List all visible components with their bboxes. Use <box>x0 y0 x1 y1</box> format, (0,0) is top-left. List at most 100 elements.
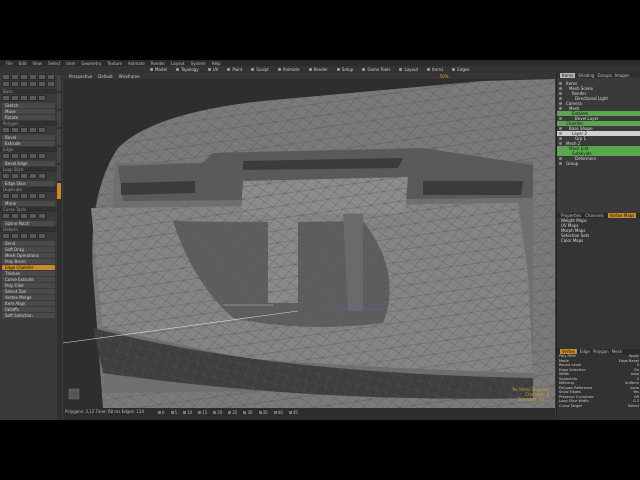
tool-icon[interactable] <box>20 153 28 159</box>
menu-item[interactable]: Select <box>48 61 60 66</box>
vertex-map-row[interactable]: Color Maps <box>557 238 640 243</box>
3d-viewport[interactable]: Perspective Default Wireframe 50% No Ite… <box>63 73 555 408</box>
visibility-eye-icon[interactable] <box>559 127 562 130</box>
tool-button[interactable]: Poly Fillet <box>2 283 55 288</box>
menu-item[interactable]: File <box>6 61 13 66</box>
tool-icon[interactable] <box>29 173 37 179</box>
tool-icon[interactable] <box>47 81 55 87</box>
mode-button[interactable]: Animate <box>277 67 300 72</box>
tool-button[interactable]: Thicken <box>2 271 55 276</box>
tool-button[interactable]: Spline Patch <box>2 221 55 226</box>
menu-item[interactable]: Item <box>66 61 75 66</box>
tool-icon[interactable] <box>38 74 46 80</box>
timeline-marker[interactable]: 25 <box>228 410 237 415</box>
tool-icon[interactable] <box>20 173 28 179</box>
tool-icon[interactable] <box>2 127 10 133</box>
tool-button[interactable]: Falloffs <box>2 307 55 312</box>
mode-button[interactable]: UV <box>207 67 218 72</box>
visibility-eye-icon[interactable] <box>559 132 562 135</box>
mode-button[interactable]: Render <box>308 67 328 72</box>
mode-button[interactable]: Items <box>427 67 443 72</box>
viewport-tab-perspective[interactable]: Perspective <box>69 74 92 79</box>
tool-button[interactable]: Move <box>2 109 55 114</box>
tool-icon[interactable] <box>11 153 19 159</box>
visibility-eye-icon[interactable] <box>559 157 562 160</box>
tool-icon[interactable] <box>11 213 19 219</box>
tool-icon[interactable] <box>29 95 37 101</box>
menu-item[interactable]: Render <box>151 61 165 66</box>
menu-item[interactable]: Texture <box>107 61 122 66</box>
tool-button[interactable]: Item Align <box>2 301 55 306</box>
visibility-eye-icon[interactable] <box>559 102 562 105</box>
vertex-map-tab[interactable]: Channels <box>585 213 604 218</box>
property-tab[interactable]: Mesh <box>612 349 623 354</box>
tool-icon[interactable] <box>11 81 19 87</box>
tool-icon[interactable] <box>2 153 10 159</box>
viewport-tab-wire[interactable]: Wireframe <box>119 74 140 79</box>
property-row[interactable]: Curve Target Select <box>557 404 640 409</box>
tool-button[interactable]: Mesh Operations <box>2 253 55 258</box>
timeline[interactable]: 0 5 10 15 20 25 30 35 40 45 <box>158 410 304 415</box>
menu-item[interactable]: Layout <box>171 61 185 66</box>
tool-icon[interactable] <box>38 127 46 133</box>
tool-icon[interactable] <box>20 95 28 101</box>
tool-button[interactable]: Edge Slice <box>2 181 55 186</box>
visibility-eye-icon[interactable] <box>559 87 562 90</box>
side-tab-vertex[interactable] <box>57 147 61 163</box>
mesh-render[interactable] <box>63 73 555 408</box>
tool-icon[interactable] <box>29 193 37 199</box>
side-tab-active[interactable] <box>57 183 61 199</box>
tool-icon[interactable] <box>20 81 28 87</box>
items-tab[interactable]: Items <box>560 73 576 78</box>
timeline-marker[interactable]: 35 <box>258 410 268 415</box>
tool-button[interactable]: Bevel <box>2 135 55 140</box>
property-value[interactable]: Select <box>628 404 639 409</box>
menu-item[interactable]: Help <box>212 61 221 66</box>
tool-icon[interactable] <box>11 127 19 133</box>
tool-icon[interactable] <box>29 233 37 239</box>
mode-button[interactable]: Setup <box>336 67 353 72</box>
visibility-eye-icon[interactable] <box>559 117 562 120</box>
tool-icon[interactable] <box>38 213 46 219</box>
tool-button[interactable]: Edge Chamfer <box>2 265 55 270</box>
tool-button[interactable]: Poly Bevel <box>2 259 55 264</box>
visibility-eye-icon[interactable] <box>559 92 562 95</box>
items-tab[interactable]: Groups <box>597 73 611 78</box>
items-tab[interactable]: Images <box>615 73 630 78</box>
mode-button[interactable]: Layout <box>399 67 418 72</box>
item-row[interactable]: Group <box>557 161 640 166</box>
tool-icon[interactable] <box>29 127 37 133</box>
tool-button[interactable]: Select Tool <box>2 289 55 294</box>
tool-icon[interactable] <box>38 95 46 101</box>
timeline-marker[interactable]: 10 <box>183 410 192 415</box>
tool-icon[interactable] <box>11 173 19 179</box>
menu-item[interactable]: Edit <box>19 61 27 66</box>
timeline-marker[interactable]: 5 <box>170 410 177 415</box>
tool-icon[interactable] <box>29 74 37 80</box>
tool-icon[interactable] <box>11 74 19 80</box>
visibility-eye-icon[interactable] <box>559 122 562 125</box>
timeline-marker[interactable]: 45 <box>288 410 298 415</box>
timeline-marker[interactable]: 20 <box>213 410 222 415</box>
menu-item[interactable]: System <box>191 61 206 66</box>
tool-icon[interactable] <box>20 233 28 239</box>
timeline-marker[interactable]: 0 <box>158 410 165 415</box>
visibility-eye-icon[interactable] <box>559 142 562 145</box>
visibility-eye-icon[interactable] <box>559 137 562 140</box>
tool-button[interactable]: Extrude <box>2 141 55 146</box>
mode-button[interactable]: Game Tools <box>362 67 390 72</box>
side-tab-model[interactable] <box>57 75 61 91</box>
tool-icon[interactable] <box>2 193 10 199</box>
viewport-tab-shading[interactable]: Default <box>98 74 113 79</box>
visibility-eye-icon[interactable] <box>559 82 562 85</box>
menu-item[interactable]: Geometry <box>81 61 101 66</box>
tool-icon[interactable] <box>29 213 37 219</box>
side-tab-uv[interactable] <box>57 165 61 181</box>
tool-icon[interactable] <box>38 153 46 159</box>
side-tab-sculpt[interactable] <box>57 111 61 127</box>
tool-icon[interactable] <box>11 193 19 199</box>
tool-icon[interactable] <box>2 173 10 179</box>
tool-icon[interactable] <box>11 233 19 239</box>
mode-button[interactable]: Model <box>150 67 167 72</box>
timeline-marker[interactable]: 15 <box>198 410 207 415</box>
